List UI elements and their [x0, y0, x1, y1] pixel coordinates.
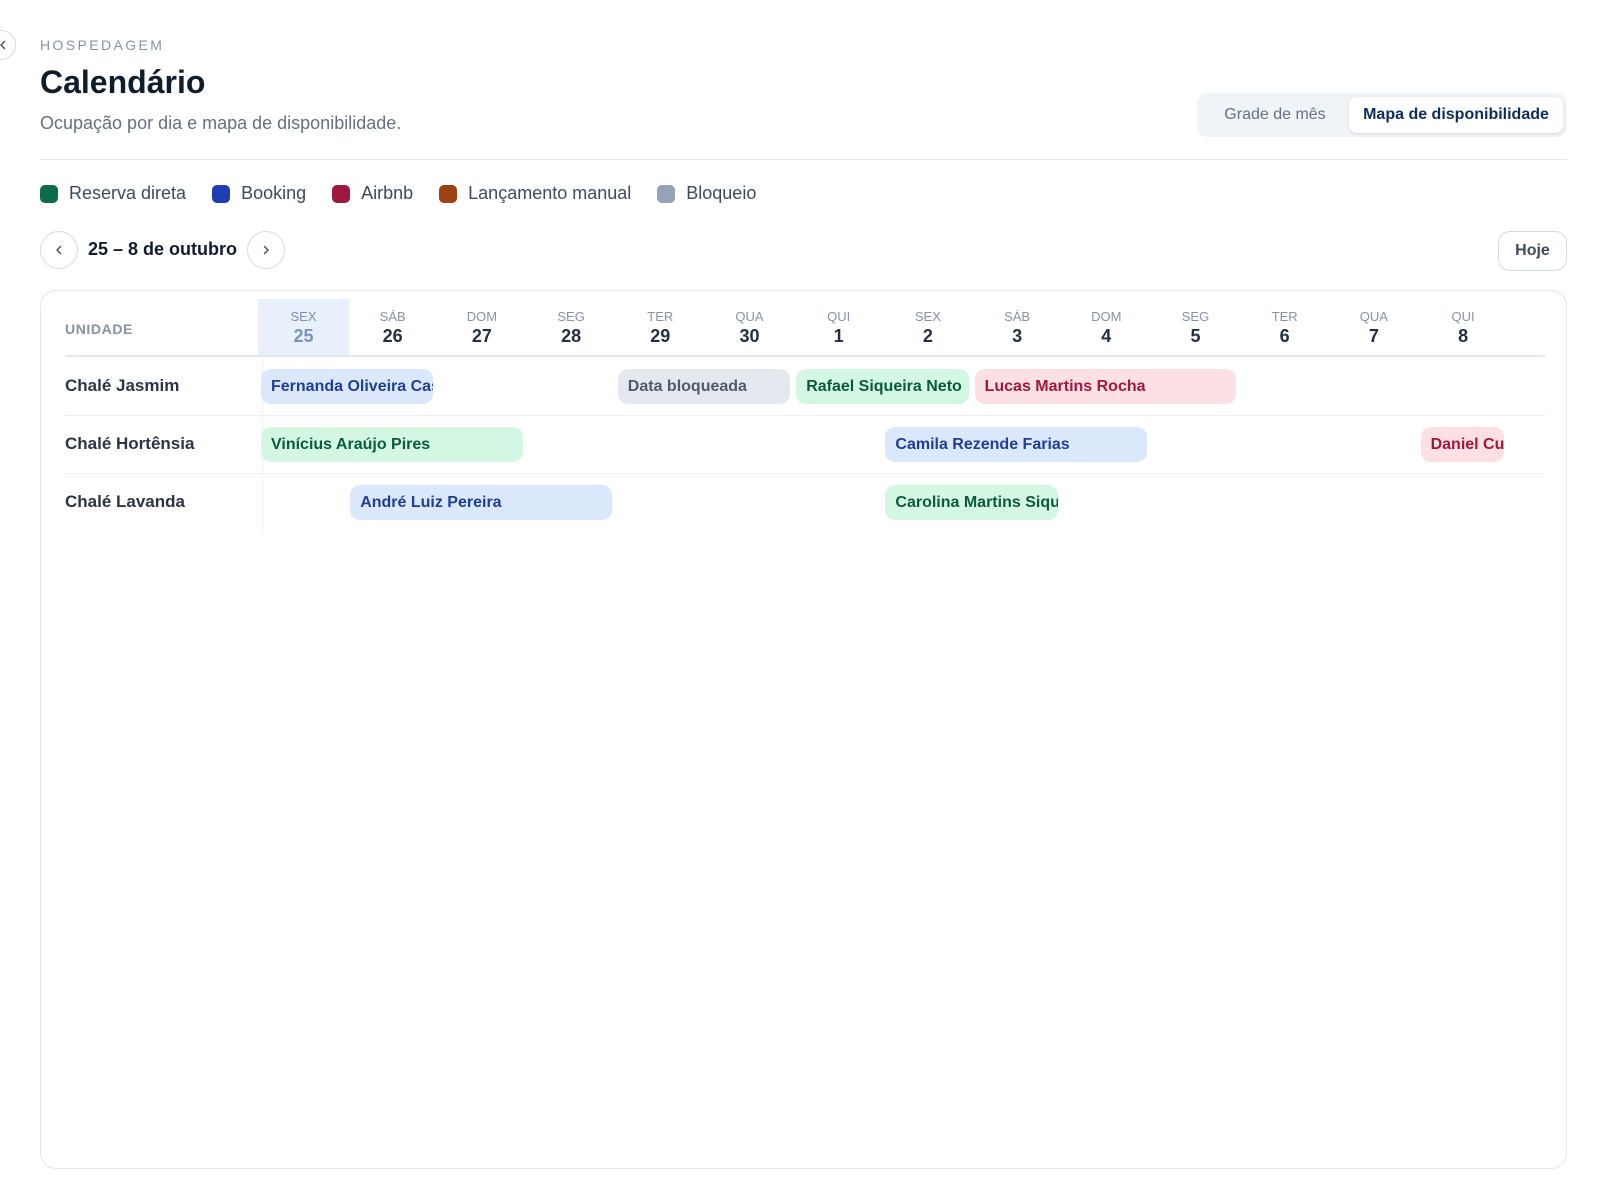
- unit-row: Chalé Lavanda André Luiz Pereira Carolina …: [65, 473, 1545, 532]
- legend-label: Bloqueio: [686, 183, 757, 203]
- chevron-left-icon: [56, 245, 62, 255]
- day-of-week: SÁB: [1004, 309, 1031, 324]
- legend-label: Booking: [241, 183, 307, 203]
- day-number: 8: [1458, 326, 1469, 346]
- day-number: 27: [471, 326, 492, 346]
- page-title: Calendário: [40, 64, 206, 100]
- booking-bar-direct[interactable]: Rafael Siqueira Neto: [796, 368, 969, 404]
- day-header: SÁB 26: [347, 299, 438, 355]
- day-header: QUA 7: [1328, 299, 1419, 355]
- legend-label: Reserva direta: [69, 183, 187, 203]
- day-number: 2: [922, 326, 933, 346]
- day-number: 25: [293, 326, 314, 346]
- day-header: SEX 25: [258, 299, 349, 355]
- booking-bar-direct[interactable]: Vinícius Araújo Pires: [261, 426, 523, 462]
- section-eyebrow: HOSPEDAGEM: [40, 37, 165, 53]
- day-of-week: QUA: [735, 309, 764, 324]
- day-header: SEX 2: [882, 299, 973, 355]
- day-of-week: QUI: [1451, 309, 1475, 324]
- unit-column-header: UNIDADE: [65, 321, 133, 337]
- day-header: DOM 4: [1061, 299, 1152, 355]
- legend-item: Bloqueio: [657, 183, 756, 204]
- day-number: 4: [1101, 326, 1112, 346]
- day-header: TER 29: [615, 299, 706, 355]
- booking-bar-airbnb[interactable]: Lucas Martins Rocha: [974, 368, 1237, 404]
- grid-header-row: UNIDADE SEX 25 SÁB 26 DOM 27 SEG 28 TER 29 QUA 30 QU…: [65, 299, 1545, 357]
- day-header: QUI 1: [793, 299, 884, 355]
- unit-name: Chalé Lavanda: [65, 492, 185, 511]
- legend-swatch: [212, 184, 231, 203]
- day-number: 1: [833, 326, 844, 346]
- day-of-week: QUA: [1359, 309, 1388, 324]
- day-of-week: DOM: [466, 309, 498, 324]
- day-header: QUA 30: [704, 299, 795, 355]
- legend-item: Lançamento manual: [439, 183, 631, 204]
- booking-bar-booking[interactable]: André Luiz Pereira: [350, 484, 612, 520]
- day-of-week: TER: [647, 309, 674, 324]
- booking-bar-booking[interactable]: Fernanda Oliveira Cast: [261, 368, 434, 404]
- booking-bar-airbnb[interactable]: Daniel Cur: [1420, 426, 1504, 462]
- unit-rows: Chalé Jasmim Fernanda Oliveira Cast Data b…: [65, 357, 1545, 533]
- booking-bar-direct[interactable]: Carolina Martins Sique: [885, 484, 1058, 520]
- header-divider: [40, 159, 1567, 160]
- day-header: DOM 27: [436, 299, 527, 355]
- day-number: 29: [650, 326, 671, 346]
- legend-item: Airbnb: [332, 183, 413, 204]
- legend-label: Lançamento manual: [468, 183, 632, 203]
- day-number: 5: [1190, 326, 1201, 346]
- legend-swatch: [40, 184, 58, 203]
- day-of-week: DOM: [1091, 309, 1122, 324]
- next-period-button[interactable]: [247, 231, 285, 269]
- unit-row: Chalé Jasmim Fernanda Oliveira Cast Data b…: [65, 357, 1545, 416]
- unit-name: Chalé Jasmim: [65, 376, 180, 395]
- legend-item: Booking: [212, 183, 306, 204]
- day-header: SEG 5: [1150, 299, 1241, 355]
- day-of-week: SÁB: [379, 309, 406, 324]
- day-header: TER 6: [1239, 299, 1330, 355]
- day-number: 28: [561, 326, 582, 346]
- page-subtitle: Ocupação por dia e mapa de disponibilida…: [40, 113, 402, 133]
- chevron-left-icon: [0, 40, 6, 50]
- legend-swatch: [657, 184, 676, 203]
- today-button[interactable]: Hoje: [1498, 231, 1567, 271]
- day-number: 30: [739, 326, 760, 346]
- legend-item: Reserva direta: [40, 183, 186, 204]
- day-number: 26: [382, 326, 403, 346]
- chevron-right-icon: [263, 245, 269, 255]
- day-of-week: SEG: [557, 309, 585, 324]
- day-number: 3: [1012, 326, 1023, 346]
- day-number: 7: [1368, 326, 1379, 346]
- day-of-week: SEG: [1181, 309, 1210, 324]
- sidebar-collapse-button[interactable]: [0, 30, 16, 60]
- day-of-week: TER: [1271, 309, 1298, 324]
- booking-bar-block[interactable]: Data bloqueada: [617, 368, 791, 404]
- source-legend: Reserva direta Booking Airbnb Lançamento ma…: [40, 183, 756, 204]
- day-header: QUI 8: [1418, 299, 1509, 355]
- date-range-label: 25 – 8 de outubro: [88, 239, 238, 259]
- legend-label: Airbnb: [361, 183, 414, 203]
- availability-map-card: UNIDADE SEX 25 SÁB 26 DOM 27 SEG 28 TER 29 QUA 30 QU…: [40, 290, 1567, 1169]
- tab-month-grid[interactable]: Grade de mês: [1201, 97, 1349, 133]
- day-header: SEG 28: [526, 299, 617, 355]
- day-of-week: SEX: [914, 309, 941, 324]
- day-number: 6: [1279, 326, 1290, 346]
- unit-name: Chalé Hortênsia: [65, 434, 195, 453]
- booking-bar-booking[interactable]: Camila Rezende Farias: [885, 426, 1147, 462]
- unit-row: Chalé Hortênsia Vinícius Araújo Pires Cami…: [65, 415, 1545, 474]
- legend-swatch: [439, 184, 458, 203]
- previous-period-button[interactable]: [40, 231, 78, 269]
- availability-grid: UNIDADE SEX 25 SÁB 26 DOM 27 SEG 28 TER 29 QUA 30 QU…: [65, 299, 1545, 533]
- view-toggle: Grade de mês Mapa de disponibilidade: [1197, 93, 1567, 137]
- day-of-week: SEX: [290, 309, 317, 324]
- legend-swatch: [332, 184, 351, 203]
- tab-availability-map[interactable]: Mapa de disponibilidade: [1349, 97, 1563, 133]
- day-header: SÁB 3: [972, 299, 1063, 355]
- date-navigation: 25 – 8 de outubro Hoje: [40, 231, 1567, 271]
- day-of-week: QUI: [827, 309, 851, 324]
